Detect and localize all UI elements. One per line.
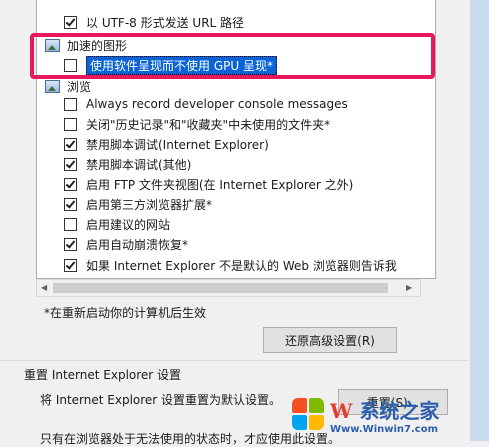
setting-label: 关闭"历史记录"和"收藏夹"中未使用的文件夹* <box>86 117 331 132</box>
category-row: 浏览 <box>45 76 91 96</box>
settings-row[interactable]: 如果 Internet Explorer 不是默认的 Web 浏览器则告诉我 <box>64 255 397 275</box>
watermark: W 系统之家 Www.Winwin7.com <box>292 388 489 441</box>
horizontal-scroll-thumb[interactable] <box>53 283 388 293</box>
horizontal-scrollbar[interactable]: ◀ ▶ <box>36 279 421 297</box>
watermark-url: Www.Winwin7.com <box>330 423 439 435</box>
scroll-right-icon[interactable]: ▶ <box>406 283 412 293</box>
checkbox[interactable] <box>64 197 77 211</box>
reset-section-description: 将 Internet Explorer 设置重置为默认设置。 <box>40 393 282 407</box>
setting-label: 禁用脚本调试(其他) <box>86 157 192 172</box>
checkbox[interactable] <box>64 258 77 272</box>
checkbox[interactable] <box>64 15 77 29</box>
settings-row[interactable]: Always record developer console messages <box>64 94 348 114</box>
category-label: 浏览 <box>67 79 92 94</box>
settings-row[interactable]: 以 UTF-8 形式发送 URL 路径 <box>64 12 244 32</box>
restore-advanced-button[interactable]: 还原高级设置(R) <box>263 327 397 353</box>
setting-label: 以 UTF-8 形式发送 URL 路径 <box>86 15 245 30</box>
checkbox[interactable] <box>64 157 77 171</box>
setting-label: 启用第三方浏览器扩展* <box>86 197 213 212</box>
windows-logo-icon <box>292 397 326 432</box>
restart-note: *在重新启动你的计算机后生效 <box>44 306 207 320</box>
setting-label: 启用 FTP 文件夹视图(在 Internet Explorer 之外) <box>86 177 354 192</box>
setting-label: 启用自动崩溃恢复* <box>86 237 189 252</box>
settings-row[interactable]: 启用建议的网站 <box>64 214 170 234</box>
annotation-highlight-box <box>30 33 435 79</box>
settings-row[interactable]: 禁用脚本调试(其他) <box>64 154 191 174</box>
settings-row[interactable]: 启用 FTP 文件夹视图(在 Internet Explorer 之外) <box>64 174 353 194</box>
checkbox[interactable] <box>64 117 77 131</box>
folder-icon <box>45 79 60 93</box>
section-divider <box>0 360 470 361</box>
checkbox[interactable] <box>64 137 77 151</box>
settings-row[interactable]: 禁用脚本调试(Internet Explorer) <box>64 134 269 154</box>
settings-row[interactable]: 关闭"历史记录"和"收藏夹"中未使用的文件夹* <box>64 114 330 134</box>
scroll-left-icon[interactable]: ◀ <box>41 283 47 293</box>
checkbox[interactable] <box>64 217 77 231</box>
watermark-prefix: W <box>330 398 353 423</box>
settings-row[interactable]: 启用自动崩溃恢复* <box>64 234 188 254</box>
setting-label: Always record developer console messages <box>86 97 348 111</box>
checkbox[interactable] <box>64 237 77 251</box>
checkbox[interactable] <box>64 177 77 191</box>
checkbox[interactable] <box>64 97 77 111</box>
window-edge <box>470 0 489 441</box>
watermark-title: 系统之家 <box>359 398 440 423</box>
setting-label: 如果 Internet Explorer 不是默认的 Web 浏览器则告诉我 <box>86 258 397 273</box>
settings-row[interactable]: 启用第三方浏览器扩展* <box>64 194 212 214</box>
reset-section-title: 重置 Internet Explorer 设置 <box>24 368 182 382</box>
setting-label: 启用建议的网站 <box>86 217 171 232</box>
setting-label: 禁用脚本调试(Internet Explorer) <box>86 137 269 152</box>
